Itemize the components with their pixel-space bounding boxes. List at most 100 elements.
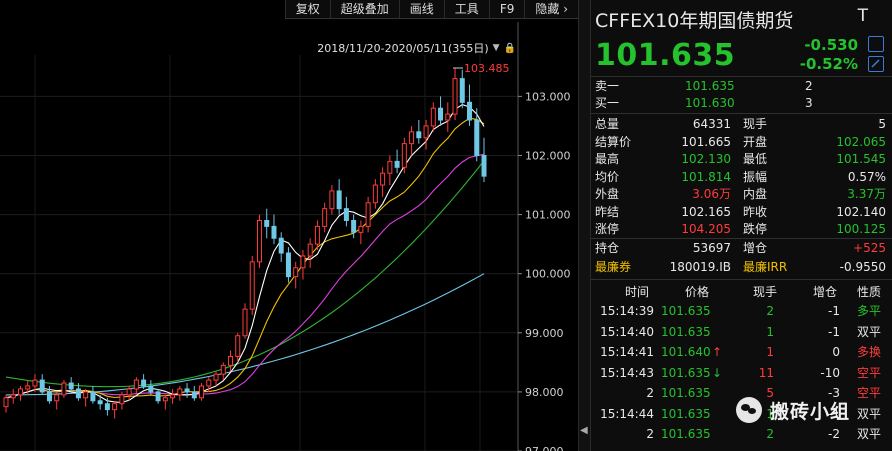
oi-change-header: 增仓: [813, 285, 838, 299]
arrow-down-icon: ↓: [712, 365, 723, 380]
draw-line-button[interactable]: 画线: [398, 0, 444, 18]
candle-body: [61, 382, 67, 396]
candle-body: [191, 391, 197, 399]
ctd-bond[interactable]: 180019.IB: [670, 259, 731, 276]
stat-row: 总量 64331 现手 5: [591, 116, 892, 133]
trade-time: 2: [646, 386, 654, 400]
candle-body: [213, 373, 219, 381]
candle-body: [358, 225, 364, 233]
stat-label: 内盘: [743, 187, 768, 201]
stat-label: 振幅: [743, 169, 768, 184]
ctd-row: 最廉券 180019.IB 最廉IRR -0.9550: [591, 259, 892, 276]
stat-value: 100.125: [836, 222, 886, 236]
trade-time: 15:14:41: [600, 345, 654, 359]
last-price: 101.635: [595, 38, 736, 73]
y-tick-label: 99.000: [525, 327, 564, 340]
trade-row[interactable]: 15:14:39 101.635 2 -1 多平: [591, 303, 892, 320]
stat-label: 总量: [595, 117, 620, 131]
trade-price: 101.635: [661, 324, 711, 339]
candle-body: [423, 125, 429, 139]
ctd-irr-label: 最廉IRR: [743, 260, 788, 274]
kline-canvas[interactable]: 103.000 102.000 101.000 100.000 99.000 98.000…: [0, 0, 578, 451]
trade-oi-change: -1: [828, 324, 840, 339]
stat-value: 3.06万: [692, 187, 731, 201]
candle-body: [10, 394, 16, 399]
y-tick-label: 98.000: [525, 386, 564, 399]
grid-icon[interactable]: [868, 36, 884, 52]
trade-row[interactable]: 15:14:43 101.635 ↓ 11 -10 空平: [591, 365, 892, 382]
stat-label: 开盘: [743, 134, 768, 149]
candle-body: [170, 394, 176, 399]
candle-body: [394, 160, 400, 168]
candle-body: [256, 219, 262, 263]
tools-button[interactable]: 工具: [443, 0, 489, 18]
bid-volume: 3: [805, 96, 813, 110]
trade-row[interactable]: 15:14:41 101.640 ↑ 1 0 多换: [591, 344, 892, 361]
stat-value: 0.57%: [847, 169, 886, 184]
ma5-line: [5, 103, 485, 404]
lock-icon[interactable]: 🔒: [504, 43, 516, 54]
volume-header: 现手: [753, 285, 778, 299]
contract-code: T: [857, 6, 868, 26]
ask-label: 卖一: [595, 79, 620, 93]
trades-header: 时间 价格 现手 增仓 性质: [591, 284, 892, 301]
candle-body: [199, 385, 205, 399]
candle-body: [25, 385, 31, 390]
date-range-selector[interactable]: 2018/11/20-2020/05/11(355日) ▼ 🔒: [317, 40, 516, 56]
collapse-icon[interactable]: ◀: [580, 425, 588, 436]
restore-rights-button[interactable]: 复权: [284, 0, 330, 18]
edit-icon[interactable]: [868, 56, 884, 72]
candle-body: [474, 119, 480, 156]
candle-body: [307, 243, 313, 257]
ctd-label: 最廉券: [595, 260, 632, 274]
super-overlay-button[interactable]: 超级叠加: [329, 0, 399, 18]
trade-nature: 多平: [857, 304, 882, 318]
stat-row: 外盘 3.06万 内盘 3.37万: [591, 186, 892, 203]
candle-body: [430, 107, 436, 127]
ctd-irr-value: -0.9550: [839, 260, 886, 274]
stat-row: 最高 102.130 最低 101.545: [591, 151, 892, 168]
trade-volume: 2: [766, 427, 774, 441]
ask-row: 卖一 101.635 2: [591, 78, 892, 95]
watermark-text: 搬砖小组: [770, 400, 851, 423]
trade-price: 101.635: [661, 427, 711, 441]
ask-volume: 2: [805, 79, 813, 93]
candle-body: [141, 379, 147, 387]
candle-body: [162, 397, 168, 402]
candle-body: [228, 355, 234, 366]
stat-label: 外盘: [595, 187, 620, 201]
open-interest-row: 持仓 53697 增仓 +525: [591, 240, 892, 257]
trade-row[interactable]: 2 101.635 2 -2 双平: [591, 426, 892, 443]
candle-body: [271, 225, 277, 239]
trade-oi-change: -10: [820, 365, 840, 380]
trade-volume: 2: [766, 304, 774, 318]
oi-change-value: +525: [853, 241, 886, 255]
divider: [591, 76, 892, 77]
stat-label: 最高: [595, 152, 620, 166]
kline-chart[interactable]: 103.000 102.000 101.000 100.000 99.000 98.000…: [0, 0, 578, 451]
candle-body: [112, 403, 118, 411]
stat-row: 均价 101.814 振幅 0.57%: [591, 169, 892, 186]
caret-down-icon[interactable]: ▼: [493, 43, 500, 53]
date-range-text: 2018/11/20-2020/05/11(355日): [317, 42, 489, 55]
trade-price: 101.635: [661, 365, 711, 380]
open-interest-value: 53697: [692, 241, 731, 255]
f9-button[interactable]: F9: [488, 0, 525, 18]
chart-toolbar: 复权 超级叠加 画线 工具 F9 隐藏 ›: [284, 0, 578, 19]
stat-label: 跌停: [743, 222, 768, 236]
stat-label: 昨收: [743, 204, 768, 219]
trade-time: 15:14:44: [600, 406, 654, 421]
candle-body: [104, 403, 110, 411]
trade-price: 101.635: [661, 386, 711, 400]
candle-body: [39, 379, 45, 393]
stat-value: 64331: [692, 117, 731, 131]
candle-body: [148, 385, 154, 393]
trade-row[interactable]: 15:14:40 101.635 1 -1 双平: [591, 324, 892, 341]
candle-body: [285, 252, 291, 278]
stat-label: 昨结: [595, 204, 620, 219]
hide-button[interactable]: 隐藏 ›: [524, 0, 578, 18]
candle-body: [416, 131, 422, 139]
stat-row: 昨结 102.165 昨收 102.140: [591, 204, 892, 221]
trade-oi-change: -2: [828, 427, 840, 441]
panel-divider[interactable]: ◀: [578, 0, 591, 451]
